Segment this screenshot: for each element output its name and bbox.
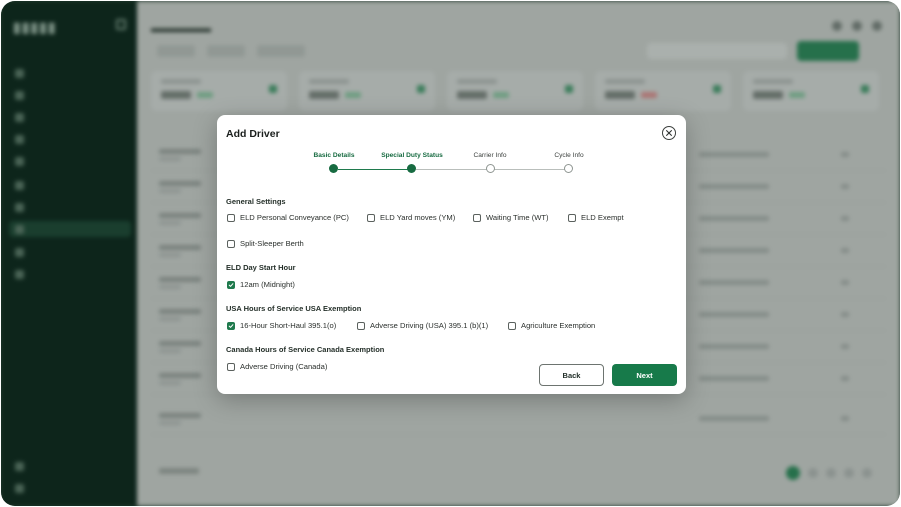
checkbox[interactable]: [508, 321, 516, 330]
option-label: ELD Yard moves (YM): [380, 213, 456, 222]
option-12am-midnight[interactable]: 12am (Midnight): [227, 280, 295, 289]
step-dot-cycle-info[interactable]: [564, 164, 573, 173]
section-title-canada-hours-of-service: Canada Hours of Service Canada Exemption: [226, 345, 385, 354]
stepper-connector: [338, 168, 412, 170]
section-title-general-settings: General Settings: [226, 197, 286, 206]
checkbox[interactable]: [227, 239, 235, 248]
checkbox[interactable]: [227, 213, 235, 222]
stepper-connector: [416, 168, 490, 170]
option-label: Waiting Time (WT): [486, 213, 549, 222]
option-split-sleeper-berth[interactable]: Split-Sleeper Berth: [227, 239, 304, 248]
option-adverse-driving-usa[interactable]: Adverse Driving (USA) 395.1 (b)(1): [357, 321, 488, 330]
option-waiting-time[interactable]: Waiting Time (WT): [473, 213, 549, 222]
check-icon: [228, 282, 234, 287]
option-agriculture-exemption[interactable]: Agriculture Exemption: [508, 321, 595, 330]
checkbox-checked[interactable]: [227, 280, 235, 289]
section-title-eld-day-start-hour: ELD Day Start Hour: [226, 263, 296, 272]
close-button[interactable]: [662, 126, 676, 140]
section-title-usa-hours-of-service: USA Hours of Service USA Exemption: [226, 304, 362, 313]
option-eld-personal-conveyance[interactable]: ELD Personal Conveyance (PC): [227, 213, 349, 222]
option-label: 16-Hour Short-Haul 395.1(o): [240, 321, 337, 330]
option-label: ELD Personal Conveyance (PC): [240, 213, 349, 222]
option-16-hour-short-haul[interactable]: 16-Hour Short-Haul 395.1(o): [227, 321, 336, 330]
checkbox-checked[interactable]: [227, 321, 235, 330]
option-eld-exempt[interactable]: ELD Exempt: [568, 213, 624, 222]
check-icon: [228, 323, 234, 328]
add-driver-modal: Add Driver Basic Details Special Duty St…: [217, 115, 686, 394]
step-dot-special-duty-status[interactable]: [407, 164, 416, 173]
option-label: ELD Exempt: [581, 213, 624, 222]
checkbox[interactable]: [473, 213, 481, 222]
back-button[interactable]: Back: [539, 364, 604, 386]
checkbox[interactable]: [568, 213, 576, 222]
modal-title: Add Driver: [226, 128, 280, 140]
option-label: Split-Sleeper Berth: [240, 239, 304, 248]
step-dot-carrier-info[interactable]: [486, 164, 495, 173]
step-label-basic-details: Basic Details: [313, 152, 355, 159]
option-adverse-driving-canada[interactable]: Adverse Driving (Canada): [227, 362, 327, 371]
checkbox[interactable]: [227, 362, 235, 371]
option-label: Adverse Driving (USA) 395.1 (b)(1): [370, 321, 489, 330]
step-dot-basic-details[interactable]: [329, 164, 338, 173]
step-label-special-duty-status: Special Duty Status: [381, 152, 443, 159]
step-label-carrier-info: Carrier Info: [473, 152, 507, 159]
option-label: Adverse Driving (Canada): [240, 362, 328, 371]
option-eld-yard-moves[interactable]: ELD Yard moves (YM): [367, 213, 455, 222]
option-label: 12am (Midnight): [240, 280, 295, 289]
stepper-connector: [494, 168, 568, 170]
checkbox[interactable]: [367, 213, 375, 222]
next-button[interactable]: Next: [612, 364, 677, 386]
checkbox[interactable]: [357, 321, 365, 330]
option-label: Agriculture Exemption: [521, 321, 596, 330]
close-icon: [666, 130, 672, 136]
app-frame: ▮▮▮▮▮ ▬▬▬▬▬ Add Driver Basic Details Spe…: [1, 1, 900, 506]
step-label-cycle-info: Cycle Info: [554, 152, 584, 159]
